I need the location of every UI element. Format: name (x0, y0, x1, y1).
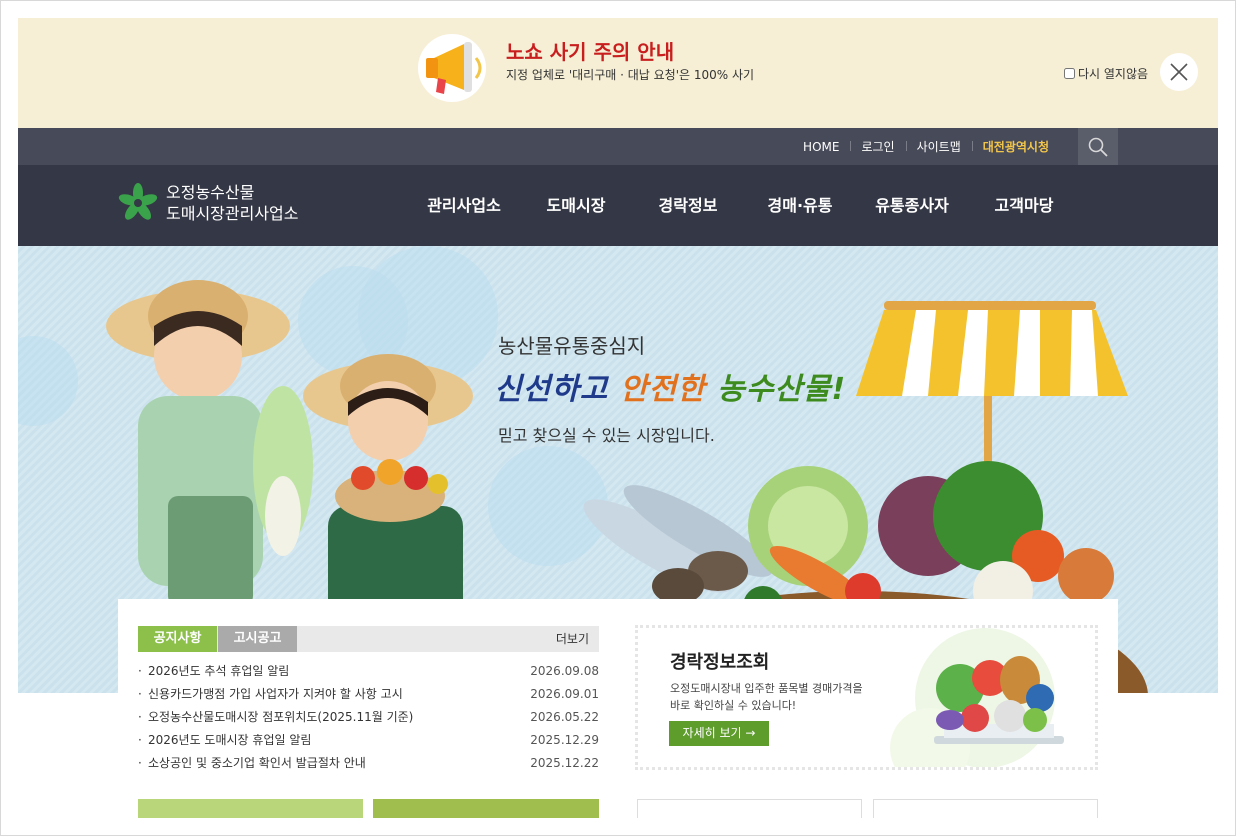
list-item[interactable]: 2026년도 추석 휴업일 알림 2026.09.08 (138, 660, 599, 683)
list-item[interactable]: 오정농수산물도매시장 점포위치도(2025.11월 기준) 2026.05.22 (138, 706, 599, 729)
notice-title: 오정농수산물도매시장 점포위치도(2025.11월 기준) (148, 710, 414, 724)
hero-title: 신선하고 안전한 농수산물! (494, 364, 846, 408)
util-link-sitemap[interactable]: 사이트맵 (905, 138, 972, 155)
auction-title: 경락정보조회 (670, 652, 770, 673)
content-panel: 공지사항 고시공고 더보기 2026년도 추석 휴업일 알림 2026.09.08… (118, 599, 1118, 818)
produce-laptop-illustration (890, 628, 1064, 767)
util-link-city-hall[interactable]: 대전광역시청 (971, 138, 1060, 155)
auction-desc-line2: 바로 확인하실 수 있습니다! (670, 699, 797, 712)
dont-show-checkbox[interactable] (1064, 68, 1075, 79)
hero-eyebrow: 농산물유통중심지 (498, 334, 646, 358)
logo-mark-icon (118, 183, 158, 220)
nav-item-customer[interactable]: 고객마당 (968, 165, 1080, 246)
nav-item-wholesale-market[interactable]: 도매시장 (520, 165, 632, 246)
logo-line1: 오정농수산물 (166, 183, 255, 202)
megaphone-icon (418, 34, 486, 102)
hero-title-produce: 농수산물! (717, 372, 847, 407)
notice-title: 신용카드가맹점 가입 사업자가 지켜야 할 사항 고시 (148, 687, 403, 701)
popup-close-button[interactable] (1160, 53, 1198, 91)
list-item[interactable]: 소상공인 및 중소기업 확인서 발급절차 안내 2025.12.22 (138, 752, 599, 775)
search-button[interactable] (1078, 128, 1118, 165)
hero-subtitle: 믿고 찾으실 수 있는 시장입니다. (498, 426, 715, 445)
quick-link-tile[interactable] (637, 799, 862, 818)
util-link-login[interactable]: 로그인 (850, 138, 905, 155)
notice-date: 2025.12.29 (530, 733, 599, 747)
quick-link-tile[interactable] (138, 799, 363, 818)
util-link-home[interactable]: HOME (792, 140, 850, 154)
auction-detail-button[interactable]: 자세히 보기 → (669, 721, 769, 746)
list-item[interactable]: 신용카드가맹점 가입 사업자가 지켜야 할 사항 고시 2026.09.01 (138, 683, 599, 706)
notice-date: 2026.09.01 (530, 687, 599, 701)
nav-item-auction-distribution[interactable]: 경매·유통 (744, 165, 856, 246)
close-icon (1170, 63, 1188, 81)
logo-line2: 도매시장관리사업소 (166, 204, 299, 223)
main-header: 오정농수산물 도매시장관리사업소 관리사업소 도매시장 경락정보 경매·유통 유… (18, 165, 1218, 246)
nav-item-management-office[interactable]: 관리사업소 (408, 165, 520, 246)
auction-info-box: 경락정보조회 오정도매시장내 입주한 품목별 경매가격을 바로 확인하실 수 있… (635, 625, 1098, 770)
tab-announcements[interactable]: 고시공고 (218, 626, 297, 652)
site-container: 노쇼 사기 주의 안내 지정 업체로 '대리구매 · 대납 요청'은 100% … (18, 18, 1218, 818)
hero-title-fresh: 신선하고 (494, 372, 620, 407)
site-logo[interactable]: 오정농수산물 도매시장관리사업소 (118, 182, 298, 224)
nav-item-distributors[interactable]: 유통종사자 (856, 165, 968, 246)
notice-tabs: 공지사항 고시공고 더보기 (138, 626, 599, 652)
notice-title: 소상공인 및 중소기업 확인서 발급절차 안내 (148, 756, 366, 770)
auction-description: 오정도매시장내 입주한 품목별 경매가격을 바로 확인하실 수 있습니다! (670, 680, 890, 714)
dont-show-again[interactable]: 다시 열지않음 (1064, 65, 1148, 82)
quick-link-tile[interactable] (373, 799, 599, 818)
utility-nav: HOME 로그인 사이트맵 대전광역시청 (792, 128, 1060, 165)
notice-date: 2026.09.08 (530, 664, 599, 678)
utility-bar: HOME 로그인 사이트맵 대전광역시청 (18, 128, 1218, 165)
dont-show-label: 다시 열지않음 (1078, 67, 1149, 81)
more-link[interactable]: 더보기 (556, 626, 589, 652)
main-nav: 관리사업소 도매시장 경락정보 경매·유통 유통종사자 고객마당 (408, 165, 1080, 246)
popup-title: 노쇼 사기 주의 안내 (506, 40, 675, 64)
auction-desc-line1: 오정도매시장내 입주한 품목별 경매가격을 (670, 682, 863, 695)
notice-date: 2025.12.22 (530, 756, 599, 770)
notice-date: 2026.05.22 (530, 710, 599, 724)
notice-title: 2026년도 도매시장 휴업일 알림 (148, 733, 312, 747)
quick-link-tile[interactable] (873, 799, 1098, 818)
hero-title-safe: 안전한 (619, 372, 718, 407)
list-item[interactable]: 2026년도 도매시장 휴업일 알림 2025.12.29 (138, 729, 599, 752)
notice-title: 2026년도 추석 휴업일 알림 (148, 664, 290, 678)
search-icon (1088, 137, 1108, 157)
popup-banner: 노쇼 사기 주의 안내 지정 업체로 '대리구매 · 대납 요청'은 100% … (18, 18, 1218, 128)
nav-item-auction-info[interactable]: 경락정보 (632, 165, 744, 246)
popup-subtitle: 지정 업체로 '대리구매 · 대납 요청'은 100% 사기 (506, 68, 755, 82)
tab-notices[interactable]: 공지사항 (138, 626, 217, 652)
notice-list: 2026년도 추석 휴업일 알림 2026.09.08 신용카드가맹점 가입 사업… (138, 660, 599, 775)
